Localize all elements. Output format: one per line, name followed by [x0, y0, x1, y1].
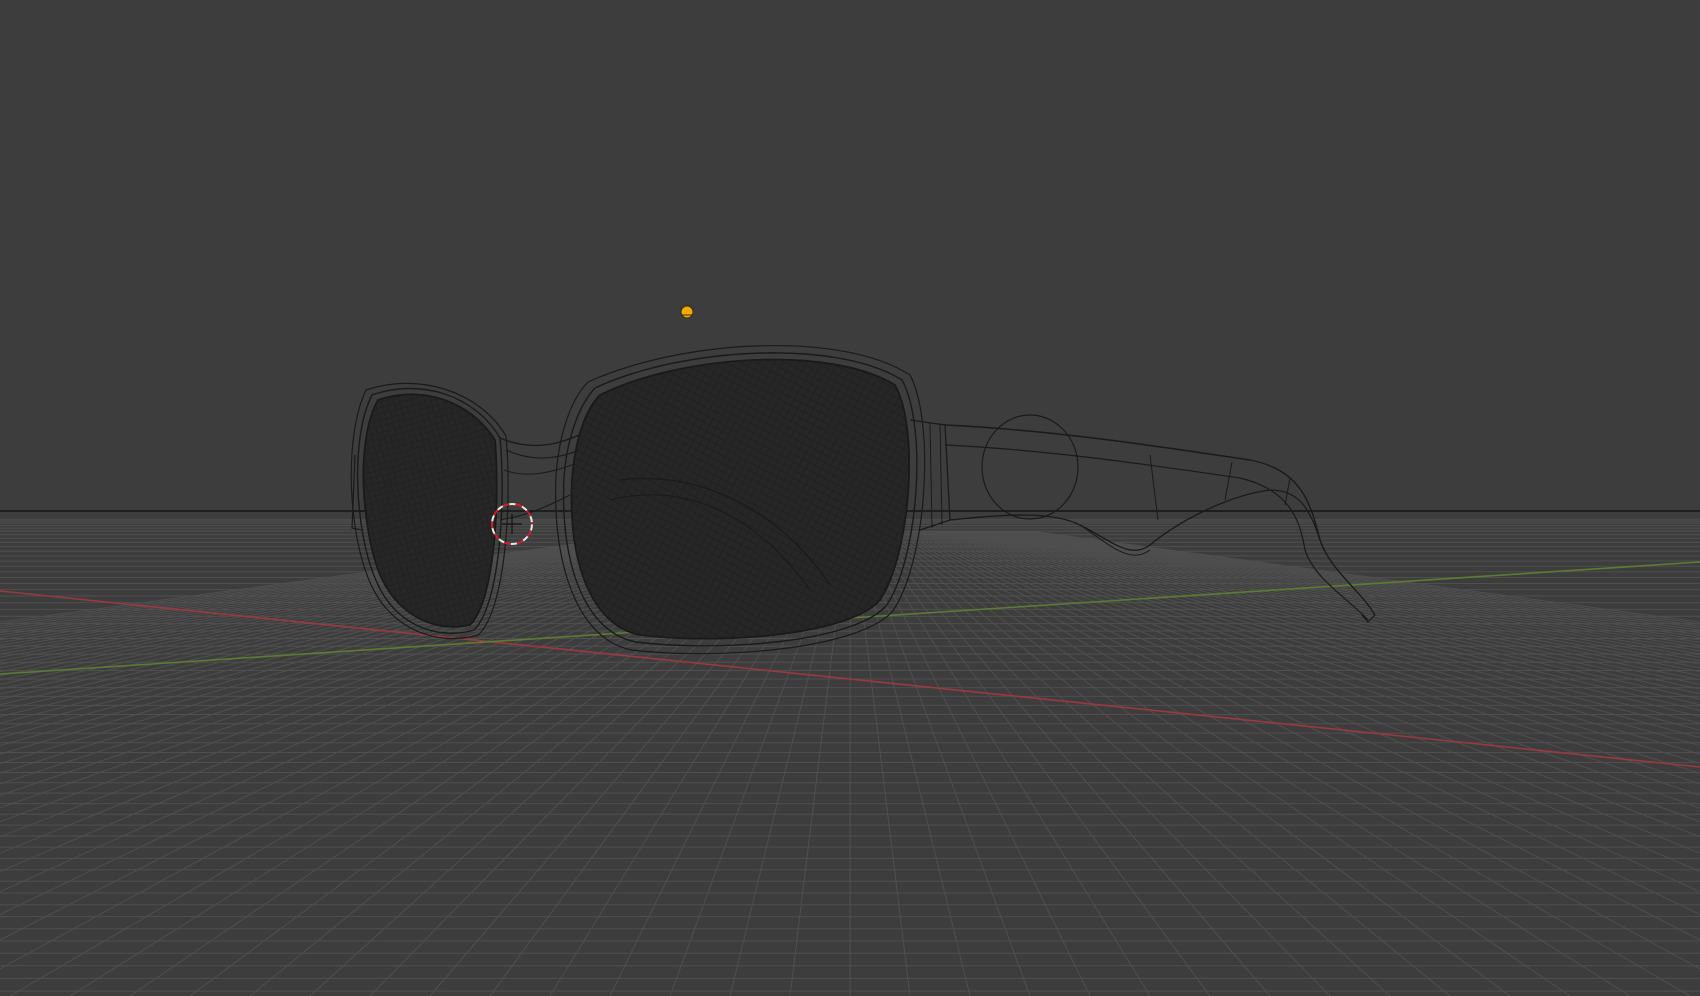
3d-viewport[interactable]	[0, 0, 1700, 996]
light-icon[interactable]	[680, 305, 694, 319]
